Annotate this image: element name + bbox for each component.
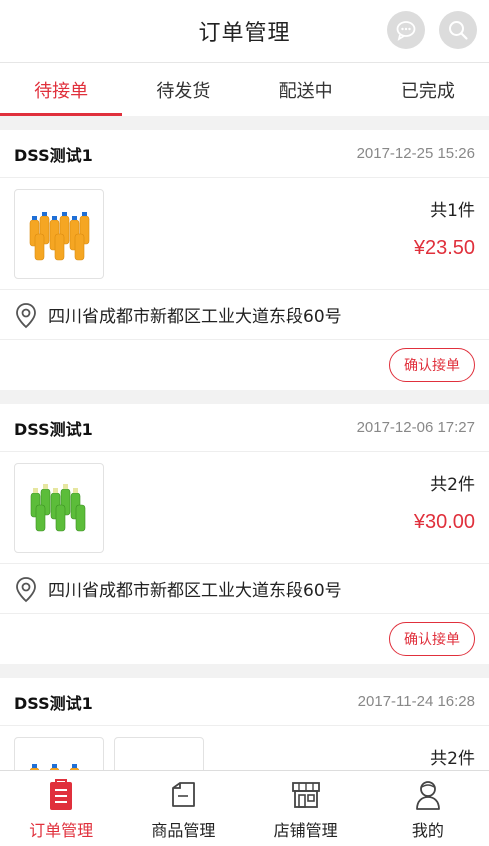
order-summary: 共2件 ¥30.00: [414, 470, 475, 534]
bottom-navigation: 订单管理 商品管理 店铺管理 我的: [0, 770, 489, 846]
nav-product-management[interactable]: 商品管理: [122, 771, 244, 846]
tab-label: 配送中: [278, 80, 333, 102]
tab-pending-ship[interactable]: 待发货: [122, 63, 244, 116]
shop-name: DSS测试1: [14, 145, 93, 165]
order-header: DSS测试1 2017-12-06 17:27: [0, 404, 489, 452]
order-time: 2017-12-25 15:26: [356, 145, 475, 162]
order-items[interactable]: 共2件 ¥30.00: [0, 452, 489, 564]
shop-name: DSS测试1: [14, 693, 93, 713]
product-thumbnail[interactable]: [14, 188, 104, 279]
address-text: 四川省成都市新都区工业大道东段60号: [48, 307, 342, 327]
nav-my-account[interactable]: 我的: [367, 771, 489, 846]
location-pin-icon: [16, 302, 36, 328]
order-header: DSS测试1 2017-12-25 15:26: [0, 130, 489, 178]
order-footer: 确认接单: [0, 614, 489, 664]
confirm-order-button[interactable]: 确认接单: [389, 622, 475, 656]
delivery-address: 四川省成都市新都区工业大道东段60号: [0, 290, 489, 340]
order-status-tabs: 待接单 待发货 配送中 已完成: [0, 62, 489, 116]
message-button[interactable]: [387, 11, 425, 49]
tab-pending-accept[interactable]: 待接单: [0, 63, 123, 116]
order-header: DSS测试1 2017-11-24 16:28: [0, 678, 489, 726]
page-title: 订单管理: [198, 21, 291, 46]
orange-drink-icon: [29, 211, 90, 260]
tab-label: 待发货: [156, 80, 211, 102]
green-drink-icon: [30, 483, 86, 531]
tab-completed[interactable]: 已完成: [367, 63, 489, 116]
app-header: 订单管理: [0, 0, 489, 62]
tab-label: 待接单: [34, 80, 89, 102]
order-time: 2017-11-24 16:28: [357, 693, 475, 710]
tab-label: 已完成: [400, 80, 455, 102]
shop-name: DSS测试1: [14, 419, 93, 439]
nav-store-management[interactable]: 店铺管理: [245, 771, 367, 846]
address-text: 四川省成都市新都区工业大道东段60号: [48, 581, 342, 601]
item-count: 共2件: [430, 475, 475, 495]
order-summary: 共2件: [430, 744, 475, 769]
product-thumbnail[interactable]: [14, 462, 104, 553]
product-icon: [172, 781, 196, 807]
order-card[interactable]: DSS测试1 2017-12-06 17:27 共2件 ¥30.00 四川省成都…: [0, 404, 489, 664]
order-list: DSS测试1 2017-12-25 15:26 共1件 ¥23.50 四川省成都…: [0, 130, 489, 846]
order-summary: 共1件 ¥23.50: [414, 196, 475, 260]
item-count: 共2件: [430, 749, 475, 769]
nav-label: 订单管理: [29, 820, 94, 840]
nav-label: 商品管理: [151, 820, 216, 840]
header-actions: [387, 11, 477, 49]
search-icon: [449, 21, 468, 40]
user-icon: [415, 780, 440, 810]
nav-label: 店铺管理: [273, 820, 338, 840]
confirm-order-button[interactable]: 确认接单: [389, 348, 475, 382]
chat-icon: [396, 21, 416, 41]
search-button[interactable]: [439, 11, 477, 49]
location-pin-icon: [16, 576, 36, 602]
order-price: ¥23.50: [413, 237, 475, 259]
nav-order-management[interactable]: 订单管理: [0, 771, 122, 846]
order-price: ¥30.00: [413, 511, 475, 533]
order-footer: 确认接单: [0, 340, 489, 390]
order-items[interactable]: 共1件 ¥23.50: [0, 178, 489, 290]
order-card[interactable]: DSS测试1 2017-12-25 15:26 共1件 ¥23.50 四川省成都…: [0, 130, 489, 390]
store-icon: [291, 781, 320, 808]
tab-delivering[interactable]: 配送中: [245, 63, 367, 116]
nav-label: 我的: [411, 820, 444, 840]
order-time: 2017-12-06 17:27: [356, 419, 475, 436]
order-icon: [50, 778, 73, 810]
item-count: 共1件: [430, 201, 475, 221]
delivery-address: 四川省成都市新都区工业大道东段60号: [0, 564, 489, 614]
